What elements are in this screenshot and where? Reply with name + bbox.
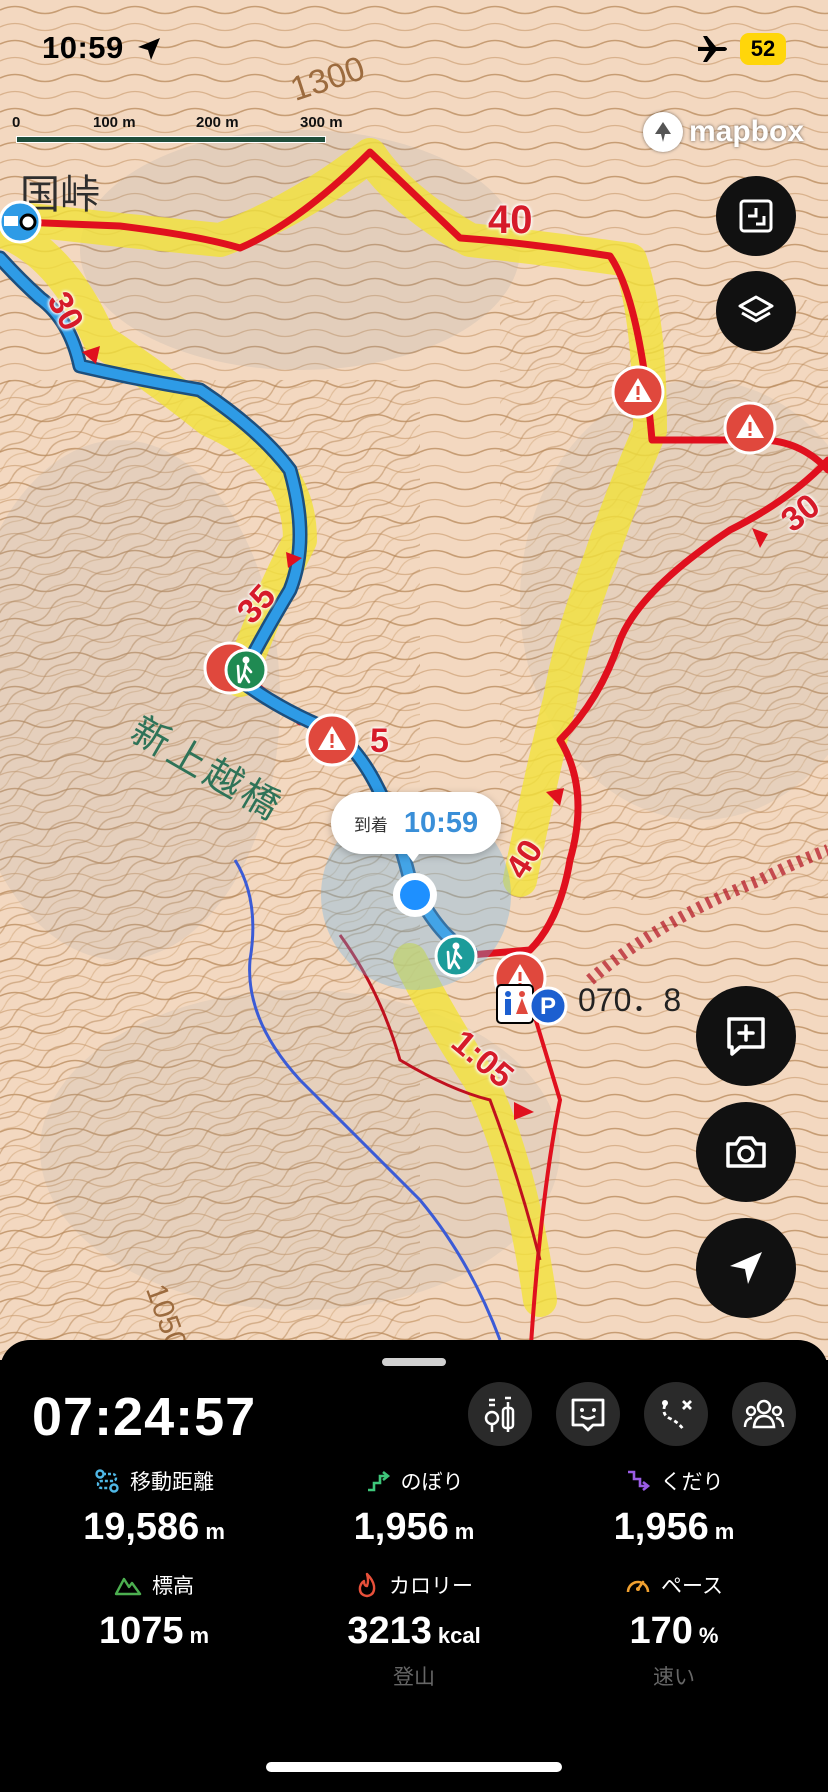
stat-value: 170 [629,1610,693,1652]
stat-distance: 移動距離 19,586 m [16,1466,292,1549]
layers-icon [738,295,774,323]
stat-calories: カロリー 3213 kcal 登山 [276,1570,552,1691]
stat-unit: % [698,1623,719,1648]
settings-button[interactable] [468,1382,532,1446]
elevation-icon [114,1577,142,1596]
group-button[interactable] [732,1382,796,1446]
arrival-bubble[interactable]: 到着 10:59 [331,792,501,854]
stat-pace: ペース 170% 速い [536,1570,812,1691]
elapsed-time: 07:24:57 [32,1387,257,1447]
stat-label: くだり [660,1471,724,1494]
descent-icon [627,1470,650,1492]
activity-panel: 07:24:57 移動距離 19,586 m のぼり 1,956 m くだり 1… [0,1340,828,1792]
camera-icon [726,1136,766,1168]
layers-button[interactable] [716,271,796,351]
direction-arrow-icon [82,346,100,364]
svg-text:P: P [540,993,556,1020]
stat-elevation: 標高 1075 m [16,1570,292,1653]
face-icon [571,1398,605,1432]
gear-icon [484,1396,515,1432]
arrival-label: 到着 [353,815,388,835]
start-marker-icon[interactable] [0,200,44,244]
panel-grabber[interactable] [382,1358,446,1366]
add-memo-button[interactable] [696,986,796,1086]
map-view[interactable]: 10:59 52 0 100 m 200 m 300 m mapbox 国峠 新… [0,0,828,1360]
stat-value: 19,586 [83,1506,200,1548]
direction-arrow-icon [752,528,768,548]
current-location-icon [393,873,437,917]
stat-label: ペース [661,1575,723,1598]
group-icon [743,1399,785,1429]
ascent-icon [367,1470,390,1492]
stat-descent: くだり 1,956 m [536,1466,812,1549]
fullscreen-button[interactable] [716,176,796,256]
arrival-time: 10:59 [403,806,479,839]
pace-icon [626,1580,650,1593]
stat-unit: m [189,1623,210,1648]
fullscreen-icon [739,199,773,233]
stat-label: カロリー [389,1575,473,1598]
direction-arrow-icon [546,788,564,806]
direction-arrow-icon [286,552,302,568]
stat-unit: m [205,1519,225,1544]
camera-button[interactable] [696,1102,796,1202]
locate-button[interactable] [696,1218,796,1318]
face-button[interactable] [556,1382,620,1446]
warning-marker-icon[interactable] [304,712,360,768]
stat-ascent: のぼり 1,956 m [276,1466,552,1549]
hiker-marker-icon[interactable] [434,934,478,978]
distance-icon [95,1469,119,1493]
direction-arrow-icon [514,1102,534,1120]
parking-icon[interactable]: P [528,986,568,1026]
stat-value: 1075 [98,1610,184,1652]
locate-icon [730,1252,762,1284]
route-button[interactable] [644,1382,708,1446]
stat-unit: m [714,1519,735,1544]
stat-unit: m [454,1519,475,1544]
stat-label: のぼり [400,1471,464,1494]
warning-marker-icon[interactable] [610,364,666,420]
arrival-bubble-tail [404,850,422,862]
home-indicator[interactable] [266,1762,562,1772]
stat-label: 移動距離 [130,1471,214,1494]
stat-value: 3213 [347,1610,432,1652]
stat-value: 1,956 [353,1506,449,1548]
calorie-icon [358,1572,376,1598]
hiker-marker-icon[interactable] [224,648,268,692]
stat-sub: 登山 [393,1666,435,1689]
stat-sub: 速い [653,1666,695,1689]
stat-value: 1,956 [613,1506,709,1548]
stat-label: 標高 [152,1575,194,1598]
warning-marker-icon[interactable] [722,400,778,456]
add-memo-icon [727,1017,765,1056]
stat-unit: kcal [437,1623,481,1648]
route-icon [662,1400,692,1430]
